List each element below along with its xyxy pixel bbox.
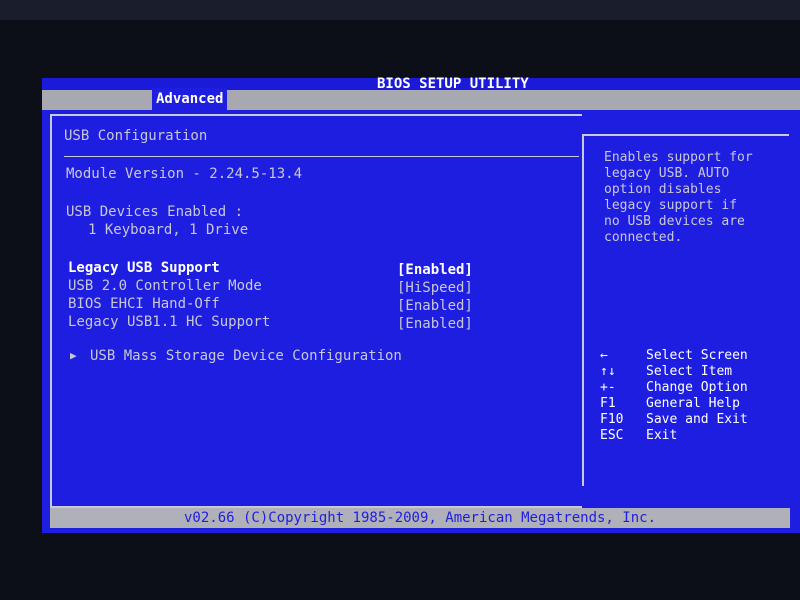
- key-hint: F10: [600, 412, 624, 427]
- key-action: Select Screen: [646, 348, 748, 363]
- help-panel: Enables support for legacy USB. AUTO opt…: [582, 134, 789, 486]
- setting-bios-ehci-hand-off[interactable]: BIOS EHCI Hand-Off: [68, 296, 220, 312]
- help-text: Enables support for legacy USB. AUTO opt…: [604, 150, 753, 245]
- key-hint: ESC: [600, 428, 624, 443]
- key-hint: F1: [600, 396, 616, 411]
- key-hint: ←: [600, 348, 608, 363]
- devices-value: 1 Keyboard, 1 Drive: [88, 222, 249, 238]
- divider: [64, 156, 579, 157]
- key-action: Save and Exit: [646, 412, 748, 427]
- tab-advanced[interactable]: Advanced: [152, 88, 228, 110]
- setting-usb2-controller-mode[interactable]: USB 2.0 Controller Mode: [68, 278, 262, 294]
- section-title: USB Configuration: [64, 128, 208, 144]
- submenu-arrow-icon: ▶: [70, 349, 77, 362]
- module-version: Module Version - 2.24.5-13.4: [66, 166, 303, 182]
- footer-copyright: v02.66 (C)Copyright 1985-2009, American …: [50, 508, 790, 528]
- setting-legacy-usb-support[interactable]: Legacy USB Support: [68, 260, 220, 276]
- key-action: Change Option: [646, 380, 748, 395]
- key-action: Exit: [646, 428, 678, 443]
- key-action: General Help: [646, 396, 740, 411]
- key-hint: +-: [600, 380, 616, 395]
- bios-screen: BIOS SETUP UTILITY Advanced USB Configur…: [42, 76, 800, 533]
- key-action: Select Item: [646, 364, 733, 379]
- setting-value[interactable]: [Enabled]: [397, 262, 473, 278]
- setting-legacy-usb11-hc-support[interactable]: Legacy USB1.1 HC Support: [68, 314, 270, 330]
- main-panel: USB Configuration Module Version - 2.24.…: [50, 114, 582, 508]
- setting-value[interactable]: [Enabled]: [397, 316, 473, 332]
- bios-title: BIOS SETUP UTILITY: [377, 76, 529, 92]
- devices-label: USB Devices Enabled :: [66, 204, 244, 220]
- setting-value[interactable]: [HiSpeed]: [397, 280, 473, 296]
- submenu-usb-mass-storage[interactable]: USB Mass Storage Device Configuration: [90, 348, 402, 364]
- key-hint: ↑↓: [600, 364, 616, 379]
- setting-value[interactable]: [Enabled]: [397, 298, 473, 314]
